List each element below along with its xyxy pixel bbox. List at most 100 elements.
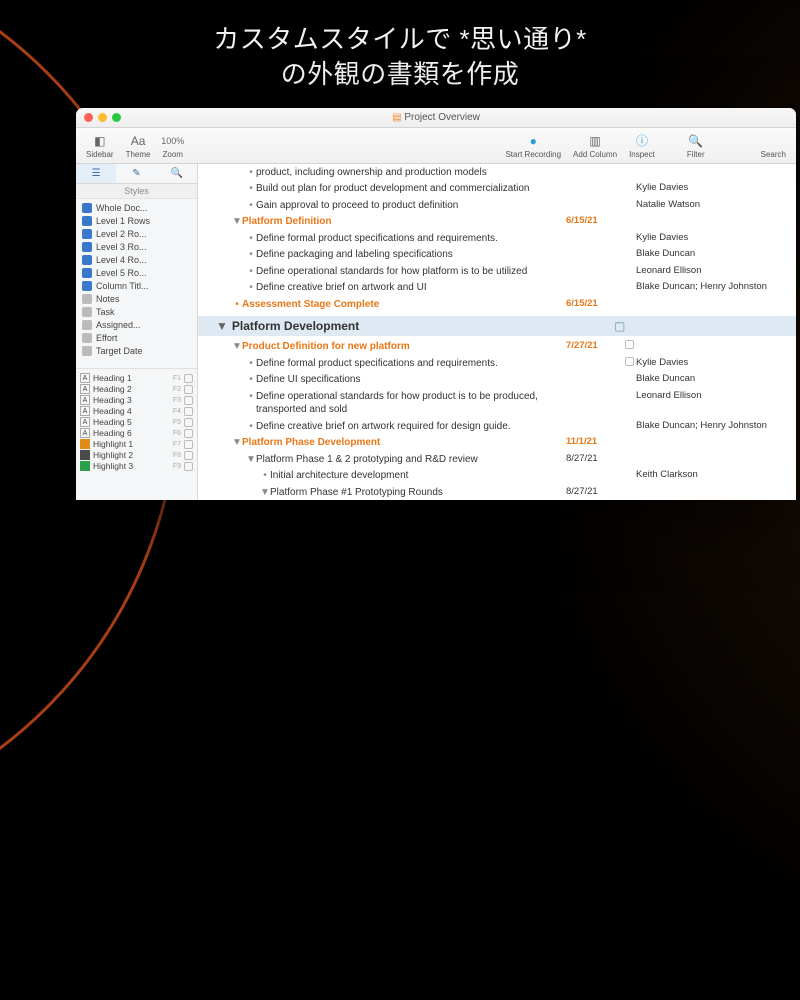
style-swatch [82, 294, 92, 304]
bullet-icon: • [246, 281, 256, 295]
format-checkbox[interactable] [184, 396, 193, 405]
format-label: Heading 5 [93, 417, 132, 427]
disclosure-triangle-icon[interactable]: ▼ [216, 319, 228, 333]
format-checkbox[interactable] [184, 374, 193, 383]
style-swatch [82, 242, 92, 252]
search-field[interactable]: Search [757, 133, 790, 159]
outline-row[interactable]: •Define formal product specifications an… [198, 230, 796, 247]
row-text: Gain approval to proceed to product defi… [256, 199, 566, 213]
style-item[interactable]: Notes [80, 293, 193, 305]
style-item[interactable]: Level 4 Ro... [80, 254, 193, 266]
style-swatch [82, 281, 92, 291]
start-recording-button[interactable]: ●Start Recording [501, 133, 565, 159]
zoom-dropdown[interactable]: 100%Zoom [158, 133, 186, 159]
format-item[interactable]: AHeading 3F3 [80, 395, 193, 405]
outline-row[interactable]: •Gain approval to proceed to product def… [198, 197, 796, 214]
disclosure-triangle-icon[interactable]: ▼ [232, 215, 242, 229]
outline-row[interactable]: •product, including ownership and produc… [198, 164, 796, 181]
format-checkbox[interactable] [184, 418, 193, 427]
outline-row[interactable]: •Assessment Stage Complete6/15/21 [198, 296, 796, 313]
style-item[interactable]: Task [80, 306, 193, 318]
style-swatch [82, 229, 92, 239]
style-swatch [82, 346, 92, 356]
format-item[interactable]: AHeading 5F5 [80, 417, 193, 427]
style-item[interactable]: Whole Doc... [80, 202, 193, 214]
style-item[interactable]: Assigned... [80, 319, 193, 331]
outline-row[interactable]: •Define formal product specifications an… [198, 355, 796, 372]
row-checkbox[interactable] [625, 340, 634, 349]
row-text: Platform Phase #1 Prototyping Rounds [270, 486, 566, 500]
format-item[interactable]: AHeading 2 F2 [80, 384, 193, 394]
format-checkbox[interactable] [184, 385, 193, 394]
heading-icon: A [80, 384, 90, 394]
outline-row[interactable]: •Define operational standards for how pr… [198, 388, 796, 418]
format-item[interactable]: AHeading 1F1 [80, 373, 193, 383]
outline-row[interactable]: •Build out plan for product development … [198, 181, 796, 198]
format-shortcut: F2 [173, 386, 181, 393]
style-item[interactable]: Target Date [80, 345, 193, 357]
bullet-icon: • [246, 420, 256, 434]
outline-row[interactable]: •Define creative brief on artwork requir… [198, 418, 796, 435]
heading-icon: A [80, 395, 90, 405]
style-item[interactable]: Level 1 Rows [80, 215, 193, 227]
bullet-icon: • [260, 469, 270, 483]
row-assignee: Kylie Davies [636, 357, 796, 370]
inspect-icon: ⓘ [634, 133, 650, 149]
sidebar-button[interactable]: ◧Sidebar [82, 133, 118, 159]
format-checkbox[interactable] [184, 451, 193, 460]
row-assignee: Kylie Davies [636, 182, 796, 195]
format-item[interactable]: Highlight 3F9 [80, 461, 193, 471]
style-item[interactable]: Level 2 Ro... [80, 228, 193, 240]
format-shortcut: F7 [173, 441, 181, 448]
row-checkbox[interactable] [625, 357, 634, 366]
row-date: 6/15/21 [566, 298, 622, 311]
format-checkbox[interactable] [184, 407, 193, 416]
disclosure-triangle-icon[interactable]: ▼ [232, 436, 242, 450]
outline-row[interactable]: ▼Platform Definition6/15/21 [198, 214, 796, 231]
theme-button[interactable]: AaTheme [122, 133, 155, 159]
marketing-headline: カスタムスタイルで *思い通り* の外観の書類を作成 [0, 22, 800, 92]
outline-pane[interactable]: •product, including ownership and produc… [198, 164, 796, 500]
style-item[interactable]: Level 3 Ro... [80, 241, 193, 253]
outline-row[interactable]: •Define packaging and labeling specifica… [198, 247, 796, 264]
sidebar-tab-styles[interactable]: ✎ [116, 164, 156, 183]
style-swatch [82, 216, 92, 226]
format-checkbox[interactable] [184, 462, 193, 471]
disclosure-triangle-icon[interactable]: ▼ [232, 340, 242, 354]
bullet-icon: • [246, 373, 256, 387]
disclosure-triangle-icon[interactable]: ▼ [260, 486, 270, 500]
outline-row[interactable]: ▼Product Definition for new platform7/27… [198, 339, 796, 356]
sidebar-tab-outline[interactable]: ☰ [76, 164, 116, 183]
inspect-button[interactable]: ⓘInspect [625, 133, 659, 159]
add-column-button[interactable]: ▥Add Column [569, 133, 621, 159]
format-checkbox[interactable] [184, 440, 193, 449]
section-check-column: ▢ [614, 319, 628, 333]
sidebar-icon: ◧ [92, 133, 108, 149]
outline-row[interactable]: •Define UI specificationsBlake Duncan [198, 372, 796, 389]
format-label: Heading 2 [93, 384, 132, 394]
section-header[interactable]: ▼ Platform Development ▢ [198, 316, 796, 336]
add-column-icon: ▥ [587, 133, 603, 149]
format-label: Heading 6 [93, 428, 132, 438]
format-item[interactable]: Highlight 2F8 [80, 450, 193, 460]
section-title: Platform Development [232, 319, 359, 333]
filter-field[interactable]: 🔍Filter [683, 133, 709, 159]
row-assignee: Blake Duncan [636, 373, 796, 386]
format-item[interactable]: AHeading 6F6 [80, 428, 193, 438]
outline-row[interactable]: ▼Platform Phase #1 Prototyping Rounds8/2… [198, 484, 796, 500]
style-item[interactable]: Effort [80, 332, 193, 344]
sidebar-tab-search[interactable]: 🔍 [157, 164, 197, 183]
outline-row[interactable]: ▼Platform Phase Development11/1/21 [198, 435, 796, 452]
outline-row[interactable]: ▼Platform Phase 1 & 2 prototyping and R&… [198, 451, 796, 468]
outline-row[interactable]: •Define operational standards for how pl… [198, 263, 796, 280]
format-checkbox[interactable] [184, 429, 193, 438]
disclosure-triangle-icon[interactable]: ▼ [246, 453, 256, 467]
style-swatch [82, 307, 92, 317]
style-item[interactable]: Level 5 Ro... [80, 267, 193, 279]
style-label: Target Date [96, 346, 143, 356]
format-item[interactable]: Highlight 1F7 [80, 439, 193, 449]
outline-row[interactable]: •Initial architecture developmentKeith C… [198, 468, 796, 485]
style-item[interactable]: Column Titl... [80, 280, 193, 292]
outline-row[interactable]: •Define creative brief on artwork and UI… [198, 280, 796, 297]
format-item[interactable]: AHeading 4F4 [80, 406, 193, 416]
